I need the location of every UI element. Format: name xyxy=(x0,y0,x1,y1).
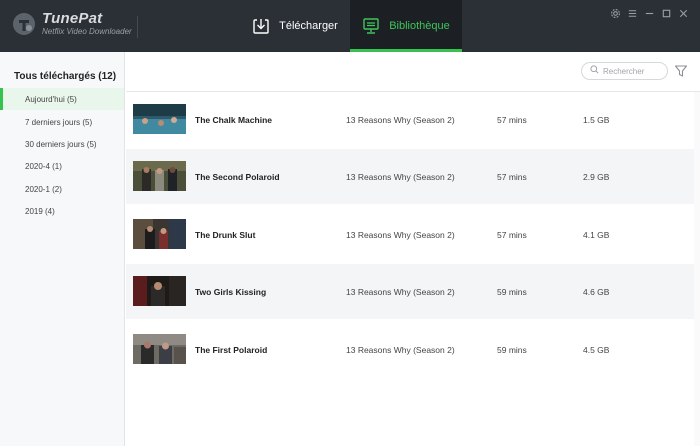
file-size: 2.9 GB xyxy=(583,171,610,182)
table-row[interactable]: The Chalk Machine 13 Reasons Why (Season… xyxy=(126,92,694,147)
library-toolbar: Rechercher xyxy=(126,52,700,92)
gear-icon[interactable] xyxy=(607,6,624,20)
video-thumbnail xyxy=(133,219,186,249)
series-name: 13 Reasons Why (Season 2) xyxy=(346,171,455,182)
sidebar-item-30-days[interactable]: 30 derniers jours (5) xyxy=(0,133,124,155)
close-icon[interactable] xyxy=(675,6,692,20)
tunepat-logo-icon xyxy=(12,12,36,36)
duration: 59 mins xyxy=(497,344,527,355)
series-name: 13 Reasons Why (Season 2) xyxy=(346,344,455,355)
sidebar-item-2020-1[interactable]: 2020-1 (2) xyxy=(0,178,124,200)
sidebar-item-2019[interactable]: 2019 (4) xyxy=(0,200,124,222)
file-size: 4.1 GB xyxy=(583,229,610,240)
duration: 57 mins xyxy=(497,171,527,182)
video-thumbnail xyxy=(133,161,186,191)
filter-icon[interactable] xyxy=(673,63,689,79)
search-icon xyxy=(590,65,599,77)
scrollbar[interactable] xyxy=(694,92,700,446)
header-divider xyxy=(137,16,138,38)
sidebar: Tous téléchargés (12) Aujourd'hui (5) 7 … xyxy=(0,52,125,446)
video-thumbnail xyxy=(133,104,186,134)
video-thumbnail xyxy=(133,334,186,364)
video-thumbnail xyxy=(133,276,186,306)
title-bar: TunePat Netflix Video Downloader Télécha… xyxy=(0,0,700,52)
file-size: 4.5 GB xyxy=(583,344,610,355)
sidebar-item-2020-4[interactable]: 2020-4 (1) xyxy=(0,155,124,177)
episode-title: The Chalk Machine xyxy=(195,114,272,125)
tab-download[interactable]: Télécharger xyxy=(240,0,350,52)
table-row[interactable]: The Drunk Slut 13 Reasons Why (Season 2)… xyxy=(126,207,694,262)
duration: 57 mins xyxy=(497,229,527,240)
sidebar-item-7-days[interactable]: 7 derniers jours (5) xyxy=(0,111,124,133)
episode-title: The First Polaroid xyxy=(195,344,268,355)
search-input[interactable]: Rechercher xyxy=(581,62,668,80)
table-row[interactable]: The Second Polaroid 13 Reasons Why (Seas… xyxy=(126,149,694,204)
app-subtitle: Netflix Video Downloader xyxy=(42,27,132,36)
menu-icon[interactable] xyxy=(624,6,641,20)
series-name: 13 Reasons Why (Season 2) xyxy=(346,229,455,240)
file-size: 1.5 GB xyxy=(583,114,610,125)
series-name: 13 Reasons Why (Season 2) xyxy=(346,286,455,297)
table-row[interactable]: Two Girls Kissing 13 Reasons Why (Season… xyxy=(126,264,694,319)
series-name: 13 Reasons Why (Season 2) xyxy=(346,114,455,125)
tab-download-label: Télécharger xyxy=(279,20,338,32)
tab-library[interactable]: Bibliothèque xyxy=(350,0,462,52)
search-placeholder: Rechercher xyxy=(603,66,645,76)
window-controls xyxy=(607,6,692,20)
episode-title: The Second Polaroid xyxy=(195,171,280,182)
download-icon xyxy=(252,17,270,35)
sidebar-item-today[interactable]: Aujourd'hui (5) xyxy=(0,88,124,110)
file-size: 4.6 GB xyxy=(583,286,610,297)
app-logo: TunePat Netflix Video Downloader xyxy=(12,11,132,37)
sidebar-title[interactable]: Tous téléchargés (12) xyxy=(14,71,116,82)
app-name: TunePat xyxy=(42,10,103,27)
duration: 57 mins xyxy=(497,114,527,125)
monitor-icon xyxy=(362,17,380,35)
tab-library-label: Bibliothèque xyxy=(389,20,450,32)
table-row[interactable]: The First Polaroid 13 Reasons Why (Seaso… xyxy=(126,322,694,377)
duration: 59 mins xyxy=(497,286,527,297)
minimize-icon[interactable] xyxy=(641,6,658,20)
episode-title: Two Girls Kissing xyxy=(195,286,267,297)
episode-title: The Drunk Slut xyxy=(195,229,256,240)
maximize-icon[interactable] xyxy=(658,6,675,20)
